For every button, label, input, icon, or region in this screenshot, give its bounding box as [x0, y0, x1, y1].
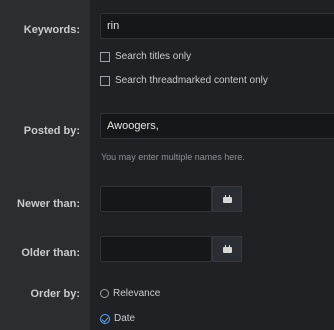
newer-than-calendar-button[interactable]	[212, 186, 242, 212]
calendar-icon	[222, 195, 232, 203]
order-date-option[interactable]: Date	[100, 313, 135, 324]
keywords-input[interactable]: rin	[100, 13, 334, 39]
date-label: Date	[114, 313, 136, 324]
search-titles-only-label: Search titles only	[115, 51, 192, 62]
search-titles-only-option[interactable]: Search titles only	[100, 51, 191, 62]
order-relevance-option[interactable]: Relevance	[100, 288, 160, 299]
posted-by-hint: You may enter multiple names here.	[101, 152, 245, 162]
newer-than-label: Newer than:	[17, 198, 80, 210]
search-threadmarked-label: Search threadmarked content only	[115, 75, 268, 86]
keywords-label: Keywords:	[23, 24, 80, 36]
posted-by-input[interactable]: Awoogers,	[100, 113, 334, 139]
older-than-label: Older than:	[21, 247, 80, 259]
search-threadmarked-option[interactable]: Search threadmarked content only	[100, 75, 268, 86]
newer-than-date-input[interactable]	[100, 186, 212, 212]
older-than-calendar-button[interactable]	[212, 236, 242, 262]
order-by-label: Order by:	[30, 288, 80, 300]
checkmark-icon[interactable]	[100, 313, 110, 324]
search-threadmarked-checkbox[interactable]	[100, 75, 110, 86]
relevance-label: Relevance	[113, 288, 161, 299]
fields-column	[90, 0, 334, 330]
posted-by-label: Posted by:	[23, 125, 80, 137]
search-titles-only-checkbox[interactable]	[100, 51, 110, 62]
labels-column	[0, 0, 90, 330]
older-than-date-input[interactable]	[100, 236, 212, 262]
calendar-icon	[222, 245, 232, 253]
relevance-radio[interactable]	[100, 289, 109, 298]
